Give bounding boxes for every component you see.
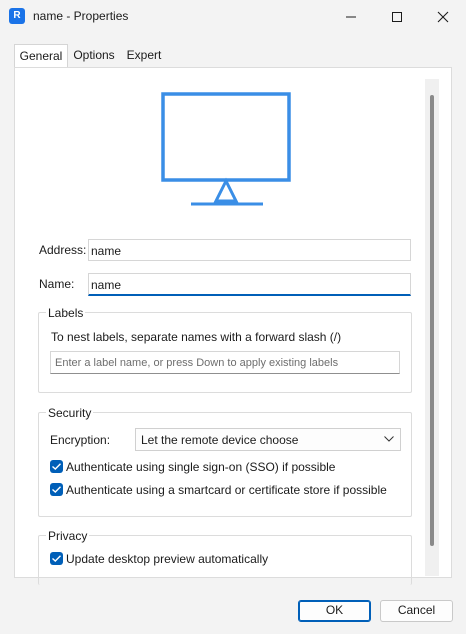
ok-button[interactable]: OK [298,600,371,622]
maximize-button[interactable] [374,0,420,34]
tab-general[interactable]: General [14,44,68,69]
minimize-icon [346,16,356,18]
encryption-dropdown[interactable]: Let the remote device choose [135,428,401,451]
tab-options[interactable]: Options [69,44,119,68]
preview-label[interactable]: Update desktop preview automatically [66,552,268,566]
address-field[interactable]: name [88,239,411,261]
window-title: name - Properties [33,9,129,23]
smartcard-label[interactable]: Authenticate using a smartcard or certif… [66,483,387,497]
tab-expert[interactable]: Expert [122,44,166,68]
name-field[interactable]: name [88,273,411,296]
name-label: Name: [39,277,75,291]
sso-label[interactable]: Authenticate using single sign-on (SSO) … [66,460,335,474]
title-bar: R name - Properties [0,0,466,34]
scrollbar-thumb[interactable] [430,95,434,546]
encryption-value: Let the remote device choose [141,433,299,447]
app-icon: R [9,8,25,24]
monitor-icon [161,92,291,206]
maximize-icon [392,12,402,22]
smartcard-checkbox[interactable] [50,483,63,496]
close-button[interactable] [420,0,466,34]
cancel-button[interactable]: Cancel [380,600,453,622]
dialog-footer: OK Cancel [0,591,466,634]
security-group-title: Security [46,406,94,420]
chevron-down-icon [384,436,394,442]
address-label: Address: [39,243,87,257]
close-icon [437,11,449,23]
privacy-group-title: Privacy [46,529,90,543]
sso-checkbox[interactable] [50,460,63,473]
checkmark-icon [52,486,61,493]
label-input[interactable]: Enter a label name, or press Down to app… [50,351,400,374]
labels-group-title: Labels [46,306,86,320]
minimize-button[interactable] [328,0,374,34]
checkmark-icon [52,463,61,470]
encryption-label: Encryption: [50,433,111,447]
checkmark-icon [52,555,61,562]
preview-checkbox[interactable] [50,552,63,565]
labels-hint: To nest labels, separate names with a fo… [51,330,342,344]
